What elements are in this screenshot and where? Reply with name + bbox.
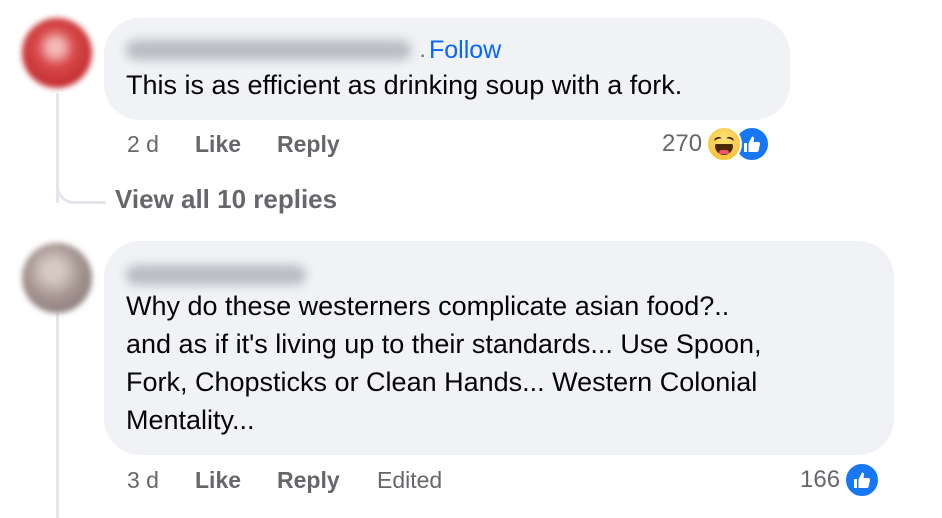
comment-actions: 3 d Like Reply Edited [127, 464, 442, 496]
comment-bubble: · Follow This is as efficient as drinkin… [104, 18, 790, 120]
author-name-redacted[interactable] [126, 40, 411, 60]
comment-timestamp[interactable]: 3 d [127, 467, 195, 494]
view-replies-link[interactable]: View all 10 replies [115, 184, 337, 215]
avatar[interactable] [22, 18, 92, 88]
reaction-count: 270 [662, 130, 703, 157]
thread-line [56, 313, 59, 518]
comment-actions: 2 d Like Reply [127, 128, 377, 160]
edited-label[interactable]: Edited [377, 467, 442, 494]
like-icon [844, 462, 881, 498]
like-button[interactable]: Like [195, 131, 277, 158]
reaction-summary[interactable]: 166 [800, 460, 881, 500]
reaction-summary[interactable]: 270 [662, 124, 771, 164]
avatar[interactable] [22, 243, 92, 313]
thread-connector [56, 176, 106, 204]
haha-icon [706, 126, 743, 162]
comment-text: This is as efficient as drinking soup wi… [126, 70, 683, 100]
comment-timestamp[interactable]: 2 d [127, 131, 195, 158]
follow-button[interactable]: Follow [429, 36, 501, 65]
like-button[interactable]: Like [195, 467, 277, 494]
comment-bubble: Why do these westerners complicate asian… [104, 241, 894, 455]
comment-text: Why do these westerners complicate asian… [126, 291, 762, 435]
follow-separator: · [419, 42, 427, 67]
author-name-redacted[interactable] [126, 265, 306, 285]
reply-button[interactable]: Reply [277, 467, 377, 494]
reply-button[interactable]: Reply [277, 131, 377, 158]
reaction-count: 166 [800, 466, 841, 493]
